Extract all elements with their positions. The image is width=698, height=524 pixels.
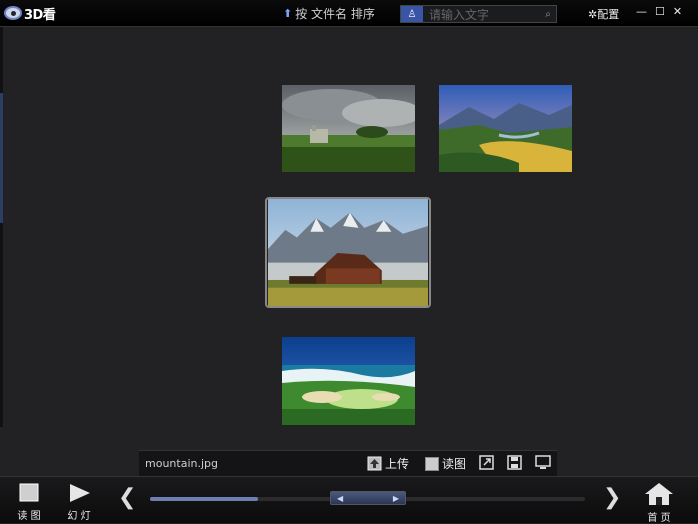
- window-controls: — ☐ ✕: [636, 5, 682, 18]
- photo-info-bar: mountain.jpg 上传 读图: [139, 450, 557, 476]
- read-image-label: 读图: [442, 457, 467, 471]
- search-input[interactable]: 请输入文字: [429, 6, 540, 23]
- upload-button[interactable]: 上传: [367, 455, 409, 472]
- photo-thumbnail-castle[interactable]: [282, 85, 415, 172]
- upload-icon: [367, 456, 382, 471]
- maximize-button[interactable]: ☐: [655, 5, 665, 18]
- photo-thumbnail-valley[interactable]: [439, 85, 572, 172]
- next-arrow-icon[interactable]: ❯: [603, 485, 621, 510]
- user-icon[interactable]: ♙: [401, 6, 423, 22]
- home-icon: [645, 483, 673, 505]
- sort-label: 按 文件名 排序: [295, 7, 375, 21]
- previous-arrow-icon[interactable]: ❮: [118, 485, 136, 510]
- read-image-square-icon: [19, 483, 39, 502]
- title-bar: 3D看 ⬆ 按 文件名 排序 ♙ 请输入文字 ⌕ ✲配置 — ☐ ✕: [0, 0, 698, 27]
- read-image-bottom-label: 读 图: [17, 511, 41, 522]
- display-button[interactable]: [535, 455, 551, 470]
- app-logo-text: 3D看: [24, 7, 56, 23]
- read-image-bottom-button[interactable]: 读 图: [16, 482, 42, 522]
- slider-right-arrow-icon: ▶: [392, 493, 399, 503]
- bottom-bar: 读 图 幻 灯 ❮ ◀ ▶ ❯ 首 页: [0, 476, 698, 524]
- close-button[interactable]: ✕: [673, 5, 682, 18]
- config-label: 配置: [597, 8, 620, 21]
- photo-thumbnail-mountain-barn-selected[interactable]: [265, 197, 431, 308]
- browse-progress-fill: [150, 497, 258, 501]
- play-icon: [70, 484, 90, 502]
- slider-left-arrow-icon: ◀: [337, 493, 344, 503]
- search-icon[interactable]: ⌕: [540, 6, 556, 22]
- config-button[interactable]: ✲配置: [588, 6, 619, 22]
- sort-arrow-icon: ⬆: [283, 7, 293, 20]
- share-icon: [479, 455, 494, 470]
- photo-thumbnail-golf-coast[interactable]: [282, 337, 415, 425]
- monitor-icon: [535, 455, 551, 469]
- eye-logo-icon: [4, 6, 22, 20]
- scroll-slider-handle[interactable]: ◀ ▶: [330, 491, 406, 505]
- app-logo: 3D看: [4, 4, 56, 23]
- slideshow-label: 幻 灯: [67, 511, 91, 522]
- save-icon: [507, 455, 522, 470]
- current-filename: mountain.jpg: [145, 457, 218, 470]
- read-image-button[interactable]: 读图: [425, 455, 466, 472]
- sort-dropdown[interactable]: ⬆ 按 文件名 排序: [283, 5, 375, 22]
- home-button[interactable]: 首 页: [644, 482, 674, 524]
- search-box[interactable]: ♙ 请输入文字 ⌕: [400, 5, 557, 23]
- share-button[interactable]: [479, 455, 494, 470]
- gear-icon: ✲: [588, 8, 598, 21]
- upload-label: 上传: [385, 457, 410, 471]
- left-scroll-edge[interactable]: [0, 27, 3, 427]
- read-image-icon: [425, 456, 439, 471]
- slideshow-button[interactable]: 幻 灯: [66, 482, 92, 522]
- save-button[interactable]: [507, 455, 522, 470]
- minimize-button[interactable]: —: [636, 5, 647, 18]
